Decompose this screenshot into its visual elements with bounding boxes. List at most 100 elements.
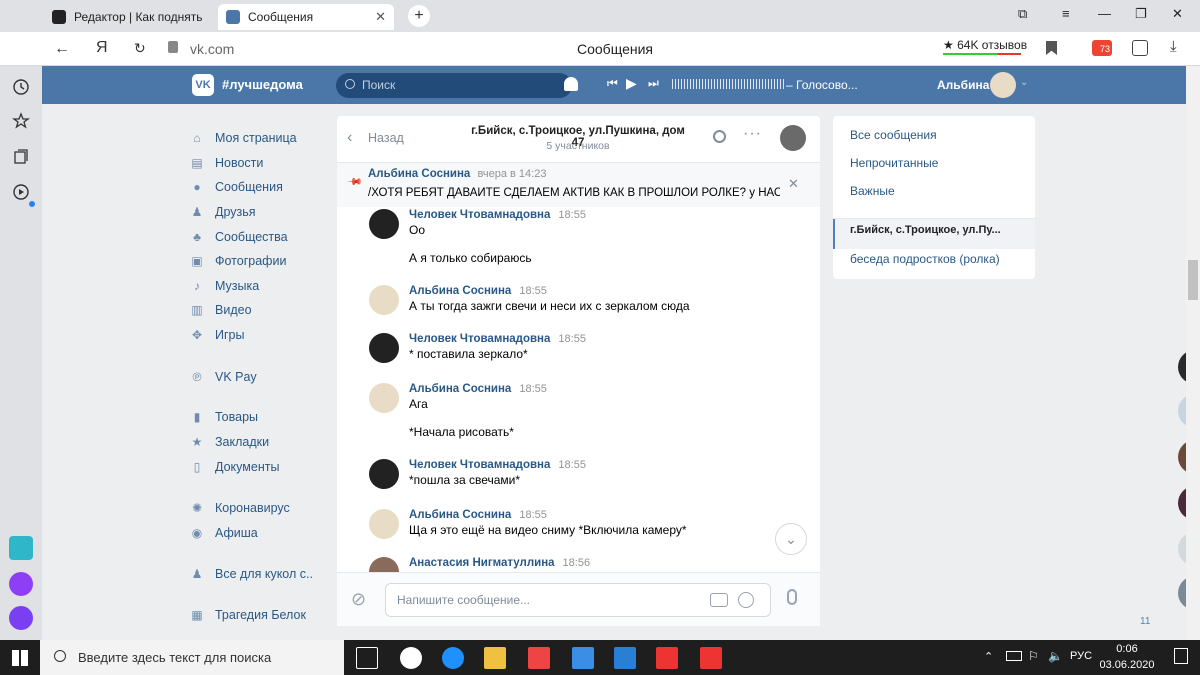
gift-icon[interactable] [528, 647, 550, 669]
page-scrollbar[interactable] [1186, 66, 1200, 640]
back-icon[interactable]: ← [54, 40, 70, 58]
reload-icon[interactable]: ↻ [134, 40, 146, 57]
track-title[interactable]: ​– Голосово... [786, 78, 858, 92]
right-menu-item[interactable]: г.Бийск, с.Троицкое, ул.Пу... [850, 224, 1001, 236]
user-name[interactable]: Альбина [937, 78, 989, 92]
vk-hashtag[interactable]: #лучшедома [222, 77, 303, 92]
close-tab-icon[interactable]: ✕ [375, 9, 386, 25]
nav-item[interactable]: ◉ Афиша [190, 523, 258, 543]
pinned-author[interactable]: Альбина Соснина [368, 168, 470, 180]
nav-item[interactable]: ✥ Игры [190, 325, 245, 345]
notifications-icon[interactable] [1174, 648, 1188, 664]
back-button[interactable]: Назад [368, 131, 404, 145]
volume-icon[interactable]: 🔈 [1048, 649, 1063, 663]
right-menu-item[interactable]: Все сообщения [850, 128, 937, 142]
message-time[interactable]: 18:56 [563, 557, 591, 569]
taskbar-search[interactable]: Введите здесь текст для поиска [40, 640, 344, 675]
windows-start-icon[interactable] [12, 650, 28, 666]
pinned-message[interactable]: 📌 Альбина Соснина вчера в 14:23 /ХОТЯ РЕ… [337, 163, 820, 207]
nav-item[interactable]: ⌂ Моя страница [190, 128, 296, 148]
author-avatar[interactable] [369, 557, 399, 572]
nav-item[interactable]: ♣ Сообщества [190, 227, 288, 247]
attach-icon[interactable]: ⊘ [351, 589, 366, 610]
more-icon[interactable]: ··· [743, 125, 762, 143]
download-icon[interactable]: ⤓ [1170, 38, 1177, 55]
collections-icon[interactable] [11, 148, 31, 168]
alice-app-icon[interactable] [9, 572, 33, 596]
message-time[interactable]: 18:55 [558, 209, 586, 221]
participants-count[interactable]: 5 участников [467, 140, 689, 152]
emoji-icon[interactable] [738, 592, 754, 608]
message-author[interactable]: Анастасия Нигматуллина [409, 557, 555, 569]
edge-icon[interactable] [442, 647, 464, 669]
vk-logo-icon[interactable]: VK [192, 74, 214, 96]
author-avatar[interactable] [369, 509, 399, 539]
nav-item[interactable]: ♟ Друзья [190, 202, 256, 222]
nav-item[interactable]: ● Сообщения [190, 177, 282, 197]
close-window-icon[interactable]: ✕ [1172, 6, 1183, 22]
message-time[interactable]: 18:55 [558, 459, 586, 471]
message-author[interactable]: Альбина Соснина [409, 383, 511, 395]
tab-messages[interactable]: Сообщения ✕ [218, 4, 394, 30]
message-author[interactable]: Альбина Соснина [409, 509, 511, 521]
yandex-icon[interactable] [656, 647, 678, 669]
bookmark-icon[interactable] [1046, 41, 1057, 55]
restore-icon[interactable]: ❐ [1135, 6, 1147, 22]
nav-item[interactable]: ♟ Все для кукол с.. [190, 564, 313, 584]
message-time[interactable]: 18:55 [558, 333, 586, 345]
scroll-thumb[interactable] [1188, 260, 1198, 300]
chat-avatar[interactable] [780, 125, 806, 151]
author-avatar[interactable] [369, 209, 399, 239]
yandex-icon-2[interactable] [700, 647, 722, 669]
unpin-close-icon[interactable]: ✕ [788, 176, 799, 192]
tab-editor[interactable]: Редактор | Как поднять ак [44, 4, 214, 30]
menu-icon[interactable]: ≡ [1062, 6, 1070, 21]
search-input[interactable]: Поиск [336, 73, 572, 98]
notifications-bell-icon[interactable] [564, 77, 578, 91]
nav-item[interactable]: ★ Закладки [190, 432, 270, 452]
task-view-icon[interactable] [356, 647, 378, 669]
play-icon[interactable]: ▶ [626, 75, 637, 92]
author-avatar[interactable] [369, 333, 399, 363]
right-menu-item[interactable]: Непрочитанные [850, 156, 938, 170]
battery-icon[interactable] [1006, 651, 1022, 661]
mail-icon[interactable] [614, 647, 636, 669]
yandex-browser-icon[interactable] [400, 647, 422, 669]
message-author[interactable]: Человек Чтовамнадовна [409, 333, 550, 345]
messenger-icon[interactable] [9, 536, 33, 560]
message-time[interactable]: 18:55 [519, 509, 547, 521]
chat-search-icon[interactable] [713, 130, 726, 143]
author-avatar[interactable] [369, 383, 399, 413]
nav-item[interactable]: ▦ Трагедия Белок [190, 605, 306, 625]
clock-date[interactable]: 03.06.2020 [1094, 659, 1160, 671]
nav-item[interactable]: ▯ Документы [190, 457, 280, 477]
reviews-badge[interactable]: ★ 64K отзывов [943, 38, 1027, 52]
explorer-icon[interactable] [484, 647, 506, 669]
url-text[interactable]: vk.com [190, 41, 234, 57]
network-icon[interactable]: ⚐ [1028, 649, 1039, 663]
clock-time[interactable]: 0:06 [1102, 643, 1152, 655]
scroll-down-button[interactable]: ⌄ [775, 523, 807, 555]
message-time[interactable]: 18:55 [519, 383, 547, 395]
language-indicator[interactable]: РУС [1070, 650, 1092, 662]
player-icon[interactable] [11, 183, 31, 203]
store-icon[interactable] [572, 647, 594, 669]
nav-item[interactable]: ▮ Товары [190, 407, 258, 427]
star-icon[interactable] [11, 112, 31, 132]
yandex-logo-icon[interactable]: Я [96, 39, 108, 57]
author-avatar[interactable] [369, 285, 399, 315]
online-count[interactable]: 11 [1140, 616, 1150, 627]
next-track-icon[interactable]: ⏭ [648, 76, 659, 91]
microphone-icon[interactable] [787, 589, 797, 605]
author-avatar[interactable] [369, 459, 399, 489]
right-menu-item[interactable]: Важные [850, 184, 895, 198]
history-icon[interactable] [11, 78, 31, 98]
message-author[interactable]: Альбина Соснина [409, 285, 511, 297]
nav-item[interactable]: ▤ Новости [190, 153, 263, 173]
message-time[interactable]: 18:55 [519, 285, 547, 297]
reader-icon[interactable] [1132, 40, 1148, 56]
nav-item[interactable]: ▥ Видео [190, 300, 251, 320]
camera-icon[interactable] [710, 593, 728, 607]
nav-item[interactable]: ▣ Фотографии [190, 251, 286, 271]
tabs-icon[interactable]: ⧉ [1018, 6, 1027, 22]
